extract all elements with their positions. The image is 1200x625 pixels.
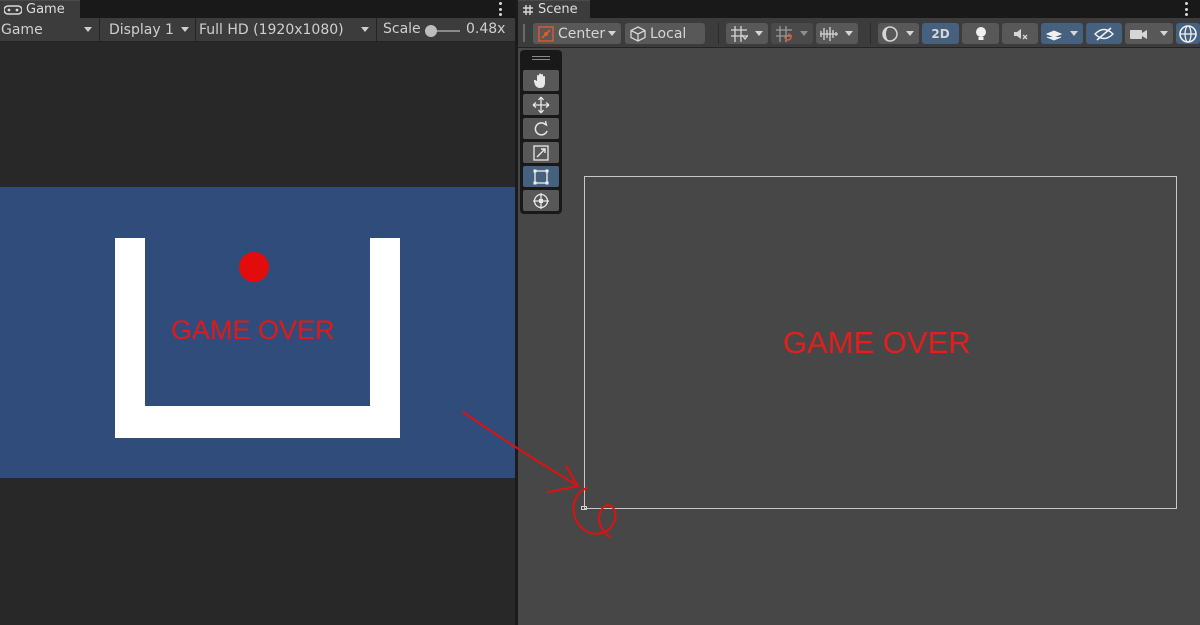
scene-game-over-text[interactable]: GAME OVER [783,325,971,361]
toolbar-divider [376,18,377,41]
rect-transform-icon [533,169,549,184]
game-panel-menu-icon[interactable] [497,2,503,16]
display-dropdown[interactable]: Display 1 [108,18,195,41]
hand-tool-button[interactable] [523,70,559,91]
game-view-label: Game [1,21,43,38]
scale-label: Scale [383,21,421,37]
chevron-down-icon [608,31,616,36]
display-label: Display 1 [109,21,174,38]
toolbar-separator [870,23,871,44]
snap-increment-icon [776,25,792,42]
hidden-objects-button[interactable] [1086,23,1122,44]
move-tool-button[interactable] [523,94,559,115]
move-icon [532,96,550,113]
gizmos-icon [1179,24,1197,43]
scene-tab-bar: Scene [518,0,1200,18]
game-view-dropdown[interactable]: Game [0,18,98,41]
bottom-wall [115,406,400,438]
palette-drag-handle[interactable] [532,56,550,60]
toolbar-divider [195,18,196,41]
ball [239,252,269,282]
pivot-rotation-button[interactable]: Local [625,23,705,44]
chevron-down-icon [1070,31,1078,36]
toolbar-divider [99,18,100,41]
scene-tool-palette [520,50,562,214]
chevron-down-icon [361,27,369,32]
gamepad-icon [4,4,22,15]
lighting-icon [975,26,986,40]
resolution-label: Full HD (1920x1080) [199,21,344,38]
transform-tool-button[interactable] [523,190,559,211]
chevron-down-icon [845,31,853,36]
camera-settings-button[interactable] [1125,23,1173,44]
pivot-center-icon [538,25,554,42]
gizmos-button[interactable] [1176,23,1200,44]
rotate-icon [534,120,548,136]
grid-hash-icon [523,4,533,15]
game-tab-label: Game [26,2,65,17]
effects-icon [1045,29,1063,41]
rect-tool-button[interactable] [523,166,559,187]
canvas-pivot-handle[interactable] [581,506,587,510]
pivot-mode-label: Center [558,25,606,42]
scale-slider-handle[interactable] [425,25,437,37]
scene-panel-menu-icon[interactable] [1183,2,1189,16]
toolbar-separator [718,23,719,44]
chevron-down-icon [800,31,808,36]
game-panel: Game Game Display 1 Full HD (1920x1080) … [0,0,515,625]
audio-toggle-button[interactable] [1002,23,1038,44]
game-over-text: GAME OVER [171,315,335,345]
rotate-tool-button[interactable] [523,118,559,139]
lighting-toggle-button[interactable] [962,23,999,44]
2d-mode-label: 2D [931,26,950,41]
scene-tab[interactable]: Scene [518,0,590,18]
chevron-down-icon [906,31,914,36]
audio-visualizer-icon [820,26,838,41]
scene-panel: Scene Center Local 2D GAME OVER [518,0,1200,625]
pivot-rotation-label: Local [650,25,687,42]
cube-local-icon [630,25,646,42]
toolbar-grip-icon[interactable] [523,24,525,42]
snap-increment-button[interactable] [771,23,813,44]
hidden-objects-icon [1094,26,1114,41]
grid-snap-button[interactable] [726,23,768,44]
grid-snap-icon [731,25,748,42]
scene-toolbar: Center Local 2D [518,18,1200,48]
transform-icon [533,192,549,209]
hand-icon [533,73,545,88]
shading-mode-icon [882,25,898,42]
resolution-dropdown[interactable]: Full HD (1920x1080) [198,18,375,41]
scale-tool-button[interactable] [523,142,559,163]
chevron-down-icon [755,31,763,36]
game-tab[interactable]: Game [0,0,80,18]
scene-tab-label: Scene [538,2,578,17]
chevron-down-icon [1160,31,1168,36]
audio-mute-icon [1014,28,1028,39]
pivot-mode-button[interactable]: Center [533,23,621,44]
audio-visualizer-button[interactable] [816,23,858,44]
2d-mode-button[interactable]: 2D [922,23,959,44]
scale-icon [533,144,549,161]
effects-button[interactable] [1041,23,1083,44]
chevron-down-icon [84,27,92,32]
game-tab-bar: Game [0,0,515,18]
camera-icon [1130,29,1147,39]
scale-value: 0.48x [466,21,506,37]
shading-mode-button[interactable] [878,23,919,44]
chevron-down-icon [181,27,189,32]
